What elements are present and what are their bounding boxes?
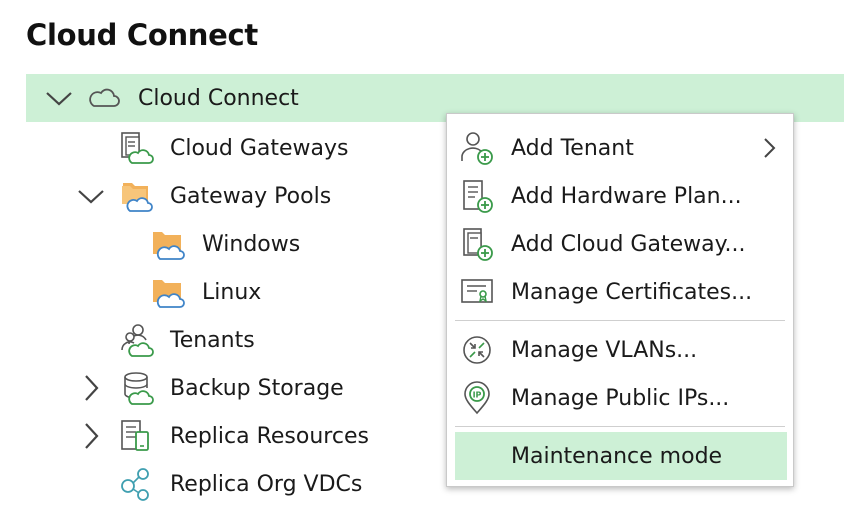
folder-cloud-icon (118, 178, 154, 214)
context-menu: Add Tenant Add Hardware Plan... Add Clou… (446, 113, 794, 487)
chevron-right-icon (759, 136, 779, 160)
tree-item-label: Gateway Pools (170, 183, 332, 209)
menu-item-add-cloud-gateway[interactable]: Add Cloud Gateway... (447, 220, 793, 268)
replica-resources-icon (118, 418, 154, 454)
menu-item-label: Add Tenant (511, 135, 634, 161)
menu-item-manage-public-ips[interactable]: IP Manage Public IPs... (447, 374, 793, 422)
tenants-icon (118, 322, 154, 358)
menu-item-manage-certificates[interactable]: Manage Certificates... (447, 268, 793, 316)
chevron-right-icon[interactable] (76, 421, 106, 451)
menu-separator (455, 426, 785, 427)
tree-item-label: Tenants (170, 327, 255, 353)
public-ip-icon: IP (459, 380, 495, 416)
chevron-right-icon[interactable] (76, 373, 106, 403)
folder-cloud-icon (150, 274, 186, 310)
chevron-down-icon[interactable] (44, 83, 74, 113)
menu-item-add-tenant[interactable]: Add Tenant (447, 124, 793, 172)
certificate-icon (459, 274, 495, 310)
page: Cloud Connect Cloud Connect Cloud Gatewa… (0, 0, 844, 522)
add-tenant-icon (459, 130, 495, 166)
chevron-down-icon[interactable] (76, 181, 106, 211)
tree-item-label: Linux (202, 279, 262, 305)
tree-item-label: Cloud Connect (138, 85, 299, 111)
add-cloud-gateway-icon (459, 226, 495, 262)
cloud-icon (86, 80, 122, 116)
menu-item-label: Add Cloud Gateway... (511, 231, 746, 257)
tree-item-label: Replica Resources (170, 423, 369, 449)
tree-item-label: Cloud Gateways (170, 135, 349, 161)
menu-item-add-hardware-plan[interactable]: Add Hardware Plan... (447, 172, 793, 220)
org-vdc-icon (118, 466, 154, 502)
menu-separator (455, 320, 785, 321)
tree-item-label: Backup Storage (170, 375, 344, 401)
page-title: Cloud Connect (26, 18, 258, 52)
menu-item-label: Manage Certificates... (511, 279, 753, 305)
menu-item-label: Manage Public IPs... (511, 385, 730, 411)
menu-item-label: Maintenance mode (511, 443, 723, 469)
cloud-gateways-icon (118, 130, 154, 166)
menu-item-manage-vlans[interactable]: Manage VLANs... (447, 326, 793, 374)
tree-item-label: Windows (202, 231, 301, 257)
tree-item-label: Replica Org VDCs (170, 471, 363, 497)
add-hardware-plan-icon (459, 178, 495, 214)
backup-storage-icon (118, 370, 154, 406)
svg-text:IP: IP (473, 391, 482, 400)
menu-item-label: Manage VLANs... (511, 337, 698, 363)
folder-cloud-icon (150, 226, 186, 262)
vlan-icon (459, 332, 495, 368)
menu-item-label: Add Hardware Plan... (511, 183, 742, 209)
menu-item-maintenance-mode[interactable]: Maintenance mode (455, 432, 787, 480)
